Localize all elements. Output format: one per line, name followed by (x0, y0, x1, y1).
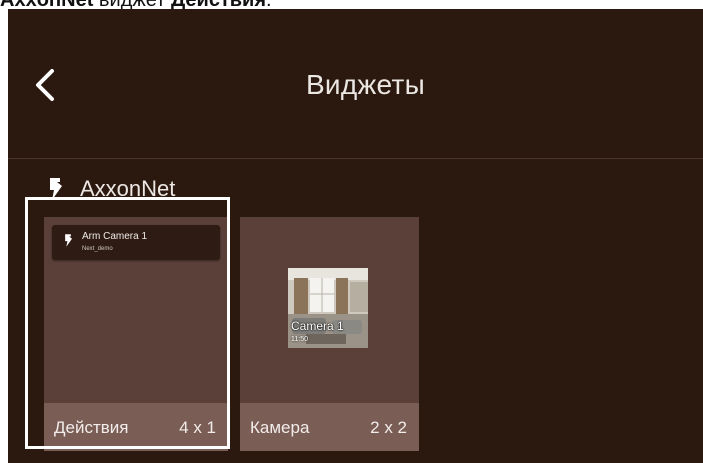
widget-footer: Камера 2 x 2 (240, 403, 419, 451)
widget-name: Камера (250, 418, 310, 437)
widget-size: 2 x 2 (370, 418, 407, 437)
lightning-bolt-icon (50, 178, 62, 200)
widget-tile-actions[interactable]: Arm Camera 1 Next_demo Действия 4 x 1 (44, 217, 228, 451)
page-title: Виджеты (305, 69, 426, 100)
widget-name: Действия (54, 418, 129, 437)
action-title: Arm Camera 1 (82, 231, 148, 242)
widget-size: 4 x 1 (179, 418, 216, 437)
header-divider (8, 158, 703, 159)
action-preview-card: Arm Camera 1 Next_demo (52, 225, 220, 260)
lightning-bolt-icon (65, 234, 72, 247)
action-subtitle: Next_demo (82, 246, 113, 252)
section-label: AxxonNet (80, 176, 176, 201)
camera-thumbnail: Camera 1 11:50 (288, 268, 368, 348)
widgets-screen: Виджеты AxxonNet Arm Camera 1 Next_demo … (8, 9, 703, 463)
camera-name: Camera 1 (291, 319, 344, 333)
widget-tile-camera[interactable]: Camera 1 11:50 Камера 2 x 2 (240, 217, 419, 451)
widget-footer: Действия 4 x 1 (44, 403, 228, 451)
camera-time: 11:50 (291, 336, 308, 343)
